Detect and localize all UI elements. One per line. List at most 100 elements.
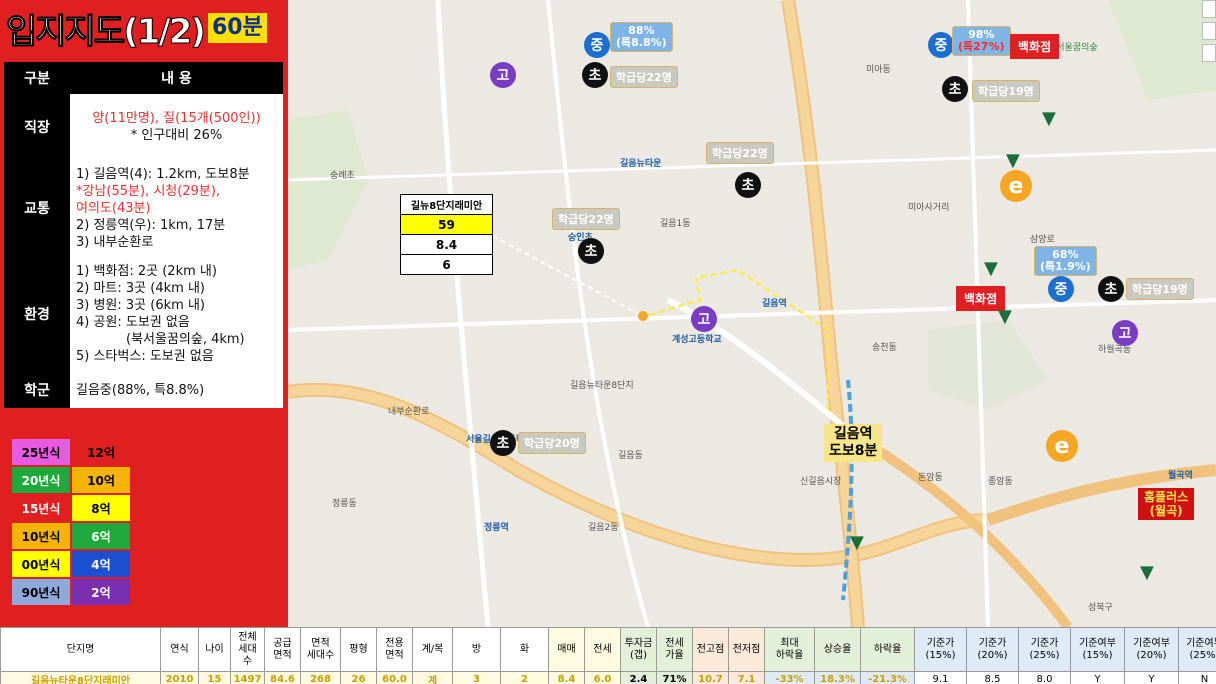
column-header[interactable]: 상승율 <box>814 627 861 672</box>
elementary-school-icon[interactable]: 초 <box>578 238 604 264</box>
map-label: 성북구 <box>1088 603 1113 613</box>
column-header[interactable]: 평형 <box>340 627 377 672</box>
elementary-school-icon[interactable]: 초 <box>942 76 968 102</box>
info-key: 직장 <box>4 94 70 160</box>
emart-icon[interactable]: e <box>1000 170 1032 202</box>
class-size-tag: 학급당20명 <box>518 432 586 454</box>
middle-school-icon[interactable]: 중 <box>584 32 610 58</box>
table-row[interactable]: 길음뉴타운8단지래미안 2010 15 1497 84.6 268 26 60.0 계 3 2 8.4… <box>0 671 1216 684</box>
elementary-school-icon[interactable]: 초 <box>582 62 608 88</box>
info-line: 양(11만명), 질(15개(500인)) <box>92 111 261 126</box>
class-size-tag: 학급당22명 <box>610 66 678 88</box>
starbucks-pin-icon[interactable]: ▼ <box>1042 108 1056 129</box>
high-school-icon[interactable]: 고 <box>691 306 717 332</box>
column-header[interactable]: 기준여부 (15%) <box>1070 627 1125 672</box>
column-header[interactable]: 투자금 (갭) <box>620 627 657 672</box>
column-header[interactable]: 매매 <box>548 627 585 672</box>
elementary-school-icon[interactable]: 초 <box>735 172 761 198</box>
starbucks-pin-icon[interactable]: ▼ <box>998 306 1012 327</box>
screen: 입지지도(1/2) 60분 구분 내 용 직장 양(11만명), 질(15개(5… <box>0 0 1216 684</box>
table-cell: 84.6 <box>264 671 301 684</box>
info-key: 교통 <box>4 160 70 256</box>
emart-icon[interactable]: e <box>1046 430 1078 462</box>
high-school-icon[interactable]: 고 <box>490 62 516 88</box>
column-header[interactable]: 연식 <box>160 627 199 672</box>
info-row-school: 학군 길음중(88%, 특8.8%) <box>4 372 283 408</box>
table-cell: 2 <box>500 671 549 684</box>
info-line: 3) 내부순환로 <box>76 234 154 250</box>
column-header[interactable]: 기준가 (25%) <box>1018 627 1071 672</box>
column-header[interactable]: 전체 세대 수 <box>230 627 265 672</box>
school-stat-special: (특8.8%) <box>616 36 667 49</box>
column-header[interactable]: 면적 세대수 <box>300 627 341 672</box>
map-label: 길음2동 <box>588 523 619 533</box>
map-label: 길음뉴타운8단지 <box>570 381 634 391</box>
homeplus-label[interactable]: 홈플러스 (월곡) <box>1138 488 1195 520</box>
table-cell: N <box>1178 671 1216 684</box>
column-header[interactable]: 전세 <box>584 627 621 672</box>
elementary-school-icon[interactable]: 초 <box>1098 276 1124 302</box>
department-store-label[interactable]: 백화점 <box>1010 34 1060 59</box>
legend-row: 90년식 2억 <box>12 579 130 605</box>
school-stat-special: (특1.9%) <box>1040 260 1091 273</box>
class-size-tag: 학급당19명 <box>1126 278 1194 300</box>
map-label: 송천동 <box>872 343 897 353</box>
starbucks-pin-icon[interactable]: ▼ <box>1006 150 1020 171</box>
info-line: 길음중(88%, 특8.8%) <box>76 382 205 398</box>
info-line: 1) 길음역(4): 1.2km, 도보8분 <box>76 166 250 182</box>
starbucks-pin-icon[interactable]: ▼ <box>984 258 998 279</box>
table-cell: 71% <box>656 671 693 684</box>
info-header-row: 구분 내 용 <box>4 62 283 94</box>
info-value: 길음중(88%, 특8.8%) <box>70 372 283 408</box>
complex-name: 길뉴8단지래미안 <box>400 194 493 215</box>
table-cell: 9.1 <box>914 671 967 684</box>
info-line: * 인구대비 26% <box>130 128 223 143</box>
column-header[interactable]: 전고점 <box>692 627 729 672</box>
column-header[interactable]: 전저점 <box>728 627 765 672</box>
info-line: 2) 정릉역(우): 1km, 17분 <box>76 217 226 233</box>
table-cell: Y <box>1070 671 1125 684</box>
column-header[interactable]: 최대 하락율 <box>764 627 815 672</box>
high-school-icon[interactable]: 고 <box>1112 320 1138 346</box>
column-header[interactable]: 기준여부 (20%) <box>1124 627 1179 672</box>
column-header[interactable]: 기준가 (15%) <box>914 627 967 672</box>
map-label: 길음뉴타운 <box>620 159 662 169</box>
info-header-category: 구분 <box>4 62 70 94</box>
zoom-in-button[interactable] <box>1202 0 1216 18</box>
starbucks-pin-icon[interactable]: ▼ <box>1140 562 1154 583</box>
zoom-out-button[interactable] <box>1202 22 1216 40</box>
info-row-environment: 환경 1) 백화점: 2곳 (2km 내) 2) 마트: 3곳 (4km 내) … <box>4 256 283 372</box>
map-label: 정릉역 <box>484 523 509 533</box>
info-row-jobs: 직장 양(11만명), 질(15개(500인)) * 인구대비 26% <box>4 94 283 160</box>
column-header[interactable]: 계/복 <box>412 627 453 672</box>
map-label: 월곡역 <box>1168 471 1193 481</box>
middle-school-icon[interactable]: 중 <box>928 32 954 58</box>
price-legend: 25년식 12억 20년식 10억 15년식 8억 10년식 6억 00년식 4억 90년식 2억 <box>10 437 132 607</box>
elementary-school-icon[interactable]: 초 <box>490 430 516 456</box>
legend-era: 00년식 <box>12 551 70 577</box>
legend-era: 25년식 <box>12 439 70 465</box>
column-header[interactable]: 단지명 <box>0 627 161 672</box>
table-cell: 1497 <box>230 671 265 684</box>
column-header[interactable]: 화 <box>500 627 549 672</box>
column-header[interactable]: 방 <box>452 627 501 672</box>
column-header[interactable]: 하락율 <box>860 627 915 672</box>
table-cell: Y <box>1124 671 1179 684</box>
middle-school-icon[interactable]: 중 <box>1048 276 1074 302</box>
school-stat-tag: 98% (특27%) <box>952 26 1011 56</box>
info-line: 4) 공원: 도보권 없음 <box>76 315 190 330</box>
column-header[interactable]: 기준가 (20%) <box>966 627 1019 672</box>
layer-button[interactable] <box>1202 44 1216 62</box>
info-line: (북서울꿈의숲, 4km) <box>126 332 245 347</box>
column-header[interactable]: 전세 가율 <box>656 627 693 672</box>
column-header[interactable]: 나이 <box>198 627 231 672</box>
column-header[interactable]: 기준여부 (25%) <box>1178 627 1216 672</box>
legend-price: 4억 <box>72 551 130 577</box>
column-header[interactable]: 공급 면적 <box>264 627 301 672</box>
starbucks-pin-icon[interactable]: ▼ <box>850 532 864 553</box>
column-header[interactable]: 전용 면적 <box>376 627 413 672</box>
map-view[interactable]: 길음뉴타운 길음역 숭례초 길음동 정릉동 미아동 삼양로 송천동 신길음시장 … <box>288 0 1216 627</box>
complex-value-3: 6 <box>400 254 493 275</box>
table-cell: 8.0 <box>1018 671 1071 684</box>
table-cell: 8.5 <box>966 671 1019 684</box>
